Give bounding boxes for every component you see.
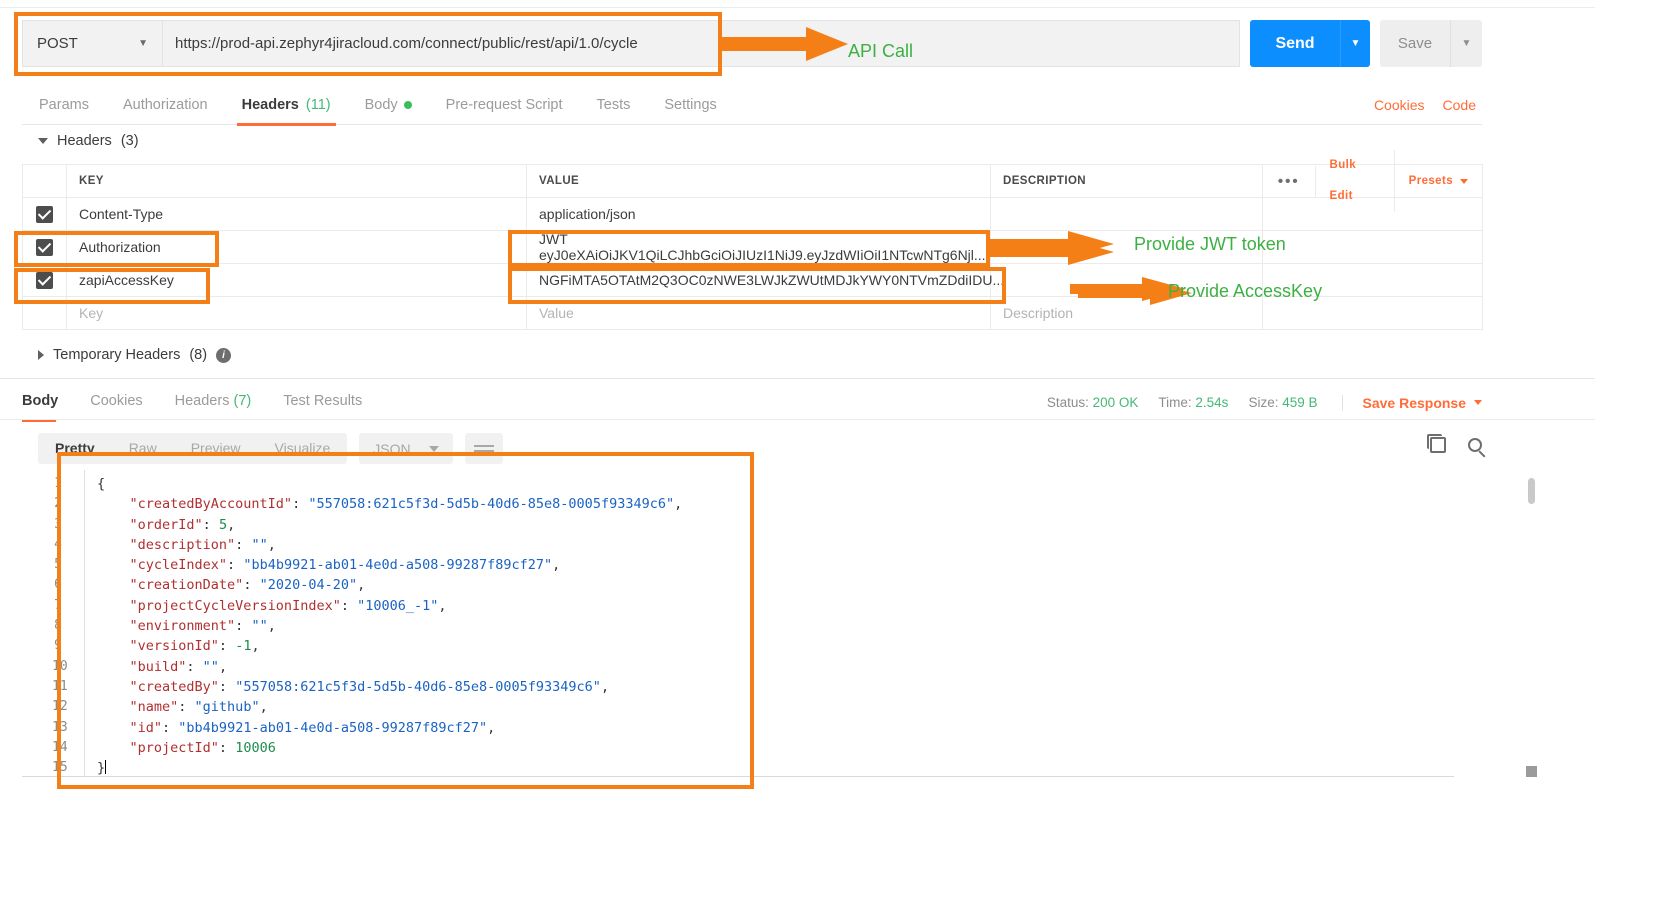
code-link[interactable]: Code <box>1443 97 1476 113</box>
tab-settings[interactable]: Settings <box>647 86 733 125</box>
more-options-icon[interactable]: ••• <box>1263 165 1316 197</box>
row-checkbox[interactable] <box>22 197 67 231</box>
search-icon[interactable] <box>1468 438 1482 452</box>
status-group: Status: 200 OK <box>1047 395 1139 410</box>
size-value: 459 B <box>1282 395 1318 410</box>
caret-down-icon <box>38 138 48 144</box>
annotation-box-accesskey-key <box>14 268 210 304</box>
send-options-caret-icon[interactable]: ▼ <box>1340 20 1370 67</box>
time-group: Time: 2.54s <box>1158 395 1228 410</box>
header-checkbox-col <box>22 164 67 198</box>
presets-button[interactable]: Presets <box>1395 166 1482 197</box>
response-divider <box>0 378 1595 379</box>
tab-label: Params <box>39 96 89 113</box>
save-response-button[interactable]: Save Response <box>1341 394 1482 411</box>
caret-right-icon <box>38 350 44 360</box>
headers-section-count: (3) <box>120 133 139 149</box>
response-status-bar: Status: 200 OK Time: 2.54s Size: 459 B S… <box>1047 394 1482 411</box>
response-tab-cookies[interactable]: Cookies <box>74 386 158 419</box>
chevron-down-icon <box>1474 400 1482 405</box>
resize-handle[interactable] <box>1526 766 1537 777</box>
row-key[interactable]: Content-Type <box>66 197 527 231</box>
temporary-headers-toggle[interactable]: Temporary Headers (8) i <box>38 347 232 363</box>
status-badge: 200 OK <box>1092 395 1139 410</box>
tab-label: Cookies <box>90 393 143 409</box>
time-label: Time: <box>1158 395 1192 410</box>
response-tabs-underline <box>0 419 1595 420</box>
cookies-link[interactable]: Cookies <box>1374 97 1425 113</box>
row-tools <box>1262 230 1483 264</box>
response-tab-body[interactable]: Body <box>22 386 74 422</box>
tab-label: Test Results <box>283 393 363 409</box>
tab-body[interactable]: Body <box>348 86 429 125</box>
chevron-down-icon <box>428 445 439 452</box>
annotation-label-api-call: API Call <box>848 41 914 61</box>
checkbox-checked-icon <box>36 205 53 223</box>
tab-label: Tests <box>596 96 631 113</box>
temporary-headers-title: Temporary Headers <box>53 347 181 363</box>
table-row: Content-Type application/json <box>22 197 1483 231</box>
editor-right-strip <box>1454 466 1540 776</box>
temporary-headers-count: (8) <box>189 347 208 363</box>
request-tab-bar: Params Authorization Headers (11) Body P… <box>22 86 1482 126</box>
header-tools-col: ••• Bulk Edit Presets <box>1262 150 1483 212</box>
row-description[interactable] <box>990 197 1263 231</box>
annotation-box-authorization-value <box>508 230 990 267</box>
headers-section-title: Headers <box>57 133 112 149</box>
annotation-arrow-jwt <box>990 231 1114 265</box>
table-header-row: KEY VALUE DESCRIPTION ••• Bulk Edit Pres… <box>22 150 1483 212</box>
header-key-col: KEY <box>66 164 527 198</box>
wrap-line-1 <box>473 445 494 447</box>
header-value-col: VALUE <box>526 164 991 198</box>
tab-authorization[interactable]: Authorization <box>106 86 225 125</box>
tab-tests[interactable]: Tests <box>580 86 648 125</box>
time-value: 2.54s <box>1195 395 1229 410</box>
top-strip <box>0 0 1595 8</box>
tab-pre-request-script[interactable]: Pre-request Script <box>429 86 580 125</box>
tab-label: Body <box>364 96 398 113</box>
tab-label: Headers <box>241 96 299 113</box>
status-label: Status: <box>1046 395 1089 410</box>
headers-section-toggle[interactable]: Headers (3) <box>38 133 139 149</box>
annotation-box-authorization-key <box>14 231 219 267</box>
tab-label: Headers <box>174 393 230 409</box>
vertical-scrollbar-thumb[interactable] <box>1528 478 1535 504</box>
save-response-label: Save Response <box>1362 394 1467 411</box>
annotation-label-accesskey: Provide AccessKey <box>1168 281 1323 301</box>
chevron-down-icon <box>1460 178 1468 184</box>
save-options-caret-icon[interactable]: ▼ <box>1450 20 1482 67</box>
response-tab-headers[interactable]: Headers (7) <box>159 386 268 419</box>
response-tab-test-results[interactable]: Test Results <box>267 386 378 419</box>
save-button[interactable]: Save <box>1380 20 1450 67</box>
request-tab-actions: Cookies Code <box>1374 97 1482 113</box>
header-description-col: DESCRIPTION <box>990 164 1263 198</box>
tab-label: Authorization <box>122 96 208 113</box>
postman-window: POST ▼ https://prod-api.zephyr4jiracloud… <box>0 0 1677 903</box>
response-body-actions <box>1427 434 1482 453</box>
annotation-arrow-api-call <box>718 27 848 61</box>
annotation-box-accesskey-value <box>508 267 1006 304</box>
bulk-edit-button[interactable]: Bulk Edit <box>1316 150 1395 212</box>
annotation-box-response-body <box>57 452 754 789</box>
tab-headers[interactable]: Headers (11) <box>225 86 348 126</box>
copy-icon[interactable] <box>1427 434 1446 453</box>
size-group: Size: 459 B <box>1248 395 1317 410</box>
body-modified-dot-icon <box>403 100 412 109</box>
tab-count: (11) <box>305 96 331 113</box>
row-value[interactable]: application/json <box>526 197 991 231</box>
tab-label: Settings <box>664 96 717 113</box>
tab-label: Body <box>22 393 59 409</box>
presets-label: Presets <box>1408 174 1453 187</box>
tab-count: (7) <box>233 393 252 409</box>
info-icon[interactable]: i <box>216 347 232 363</box>
response-tab-bar: Body Cookies Headers (7) Test Results St… <box>22 386 1482 422</box>
tab-label: Pre-request Script <box>445 96 563 113</box>
annotation-box-api-call <box>14 12 722 76</box>
size-label: Size: <box>1248 395 1279 410</box>
tab-params[interactable]: Params <box>22 86 106 125</box>
right-gutter <box>1595 0 1677 903</box>
annotation-label-jwt: Provide JWT token <box>1134 234 1286 254</box>
send-button[interactable]: Send <box>1250 20 1340 67</box>
